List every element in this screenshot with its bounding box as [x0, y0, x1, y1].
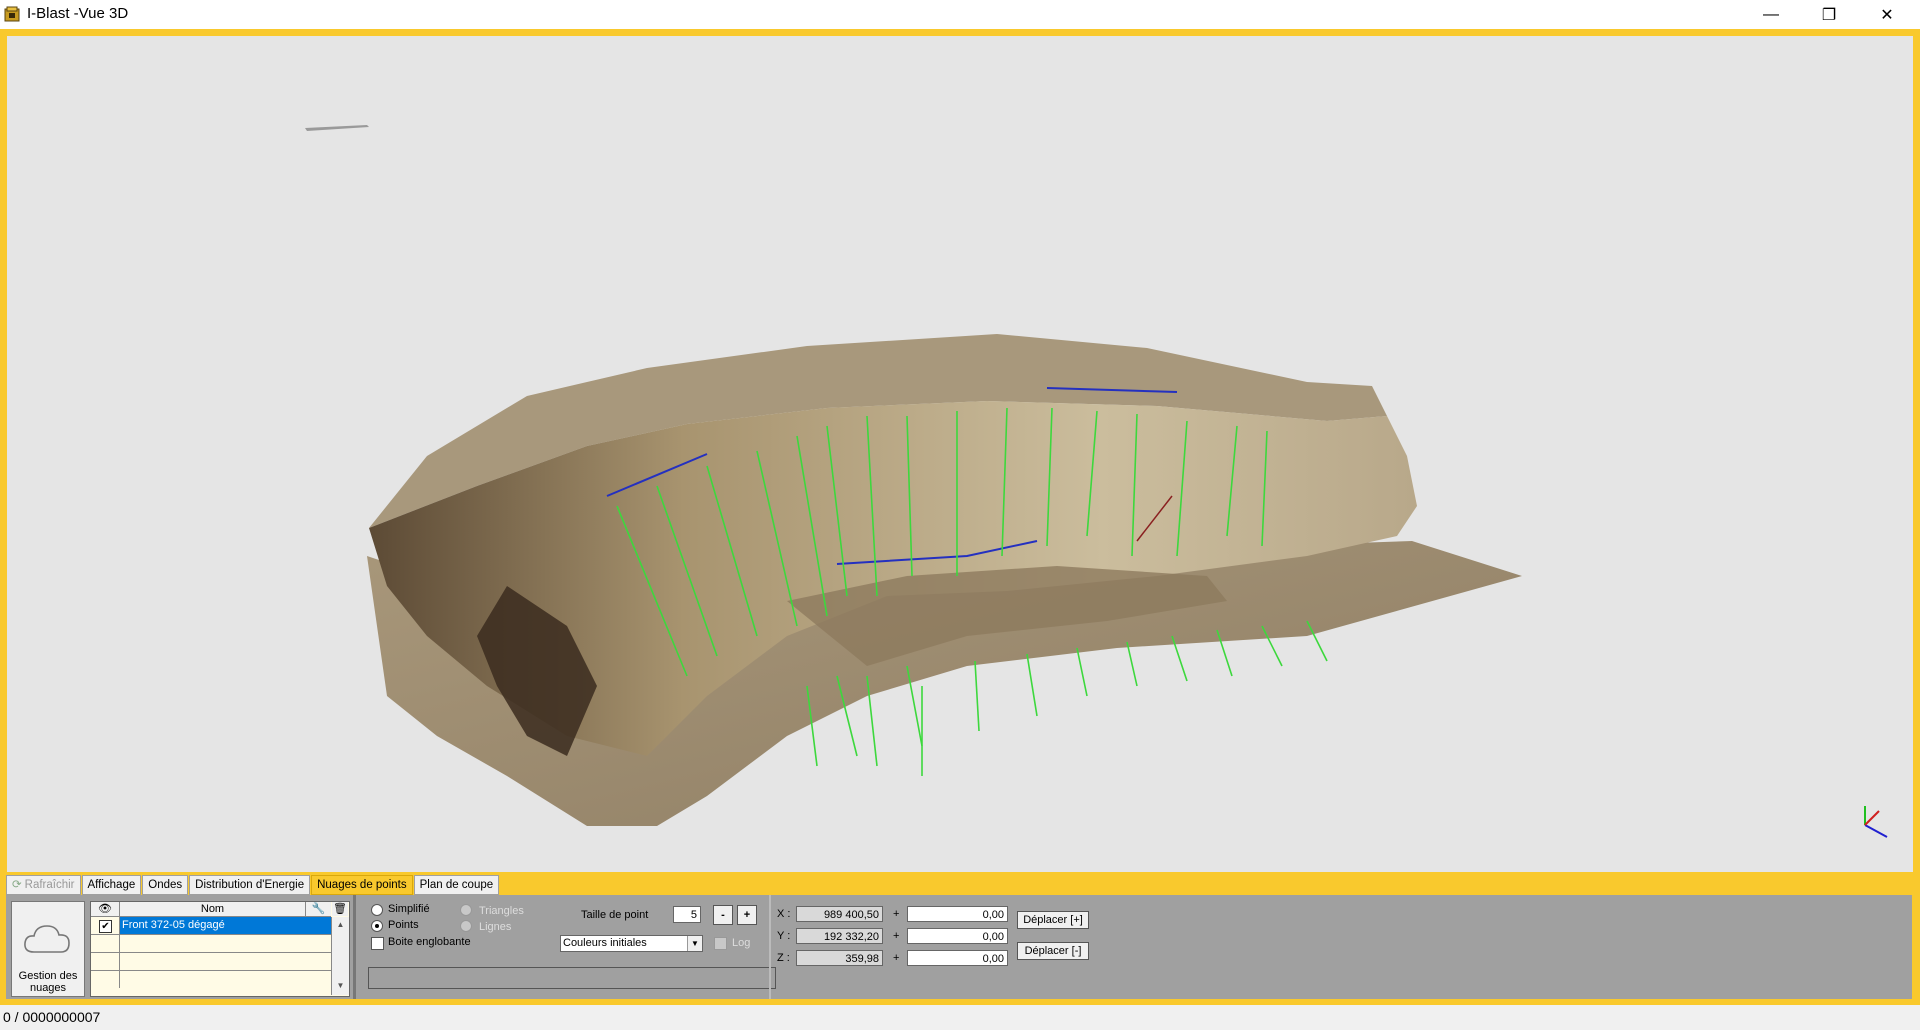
panel-divider — [353, 895, 356, 999]
triangles-label: Triangles — [479, 905, 524, 917]
stray-fragment — [305, 125, 369, 131]
wrench-icon[interactable]: 🔧 — [306, 902, 331, 916]
triangles-radio[interactable] — [460, 904, 472, 916]
move-minus-button[interactable]: Déplacer [-] — [1017, 942, 1089, 960]
close-button[interactable]: ✕ — [1858, 0, 1916, 29]
y-label: Y : — [777, 930, 791, 942]
column-name: Nom — [120, 902, 306, 916]
tab-ondes[interactable]: Ondes — [142, 875, 189, 895]
lines-label: Lignes — [479, 921, 512, 933]
table-row — [91, 935, 331, 953]
point-size-minus-button[interactable]: - — [713, 905, 733, 925]
points-radio[interactable] — [371, 920, 383, 932]
log-checkbox[interactable] — [714, 937, 727, 950]
progress-bar — [368, 967, 776, 989]
z-offset-input[interactable]: 0,00 — [907, 950, 1008, 966]
visibility-checkbox[interactable]: ✔ — [99, 920, 112, 933]
tab-nuages-de-points[interactable]: Nuages de points — [311, 875, 413, 895]
window-title: I-Blast -Vue 3D — [27, 5, 129, 22]
refresh-button[interactable]: ⟳ Rafraîchir — [6, 875, 81, 895]
cloud-list-header: 👁 Nom 🔧 — [91, 902, 331, 917]
minimize-button[interactable]: — — [1742, 0, 1800, 29]
scroll-up-icon[interactable]: ▲ — [332, 920, 349, 929]
3d-viewport[interactable] — [7, 36, 1913, 872]
x-label: X : — [777, 908, 791, 920]
bounding-box-checkbox[interactable] — [371, 937, 384, 950]
main-frame: ⟳ Rafraîchir Affichage Ondes Distributio… — [0, 29, 1920, 1005]
cloud-icon — [24, 925, 70, 953]
list-scrollbar[interactable]: ▲ ▼ — [331, 917, 349, 995]
trash-icon[interactable]: 🗑 — [332, 902, 348, 916]
simplified-label: Simplifié — [388, 903, 430, 915]
color-mode-select[interactable]: Couleurs initiales ▼ — [560, 935, 703, 952]
simplified-radio[interactable] — [371, 904, 383, 916]
color-mode-value: Couleurs initiales — [563, 937, 647, 949]
z-label: Z : — [777, 952, 790, 964]
eye-icon: 👁 — [91, 902, 120, 916]
cloud-manager-label: Gestion des nuages — [18, 970, 78, 994]
panel-divider-2 — [769, 895, 771, 999]
cloud-manager-button[interactable]: Gestion des nuages — [11, 901, 85, 997]
move-plus-button[interactable]: Déplacer [+] — [1017, 911, 1089, 929]
status-bar: 0 / 0000000007 — [0, 1005, 1920, 1030]
z-coordinate: 359,98 — [796, 950, 883, 966]
point-size-label: Taille de point — [581, 909, 649, 921]
tab-distribution-energie[interactable]: Distribution d'Energie — [189, 875, 311, 895]
y-plus-sign: + — [893, 930, 900, 942]
scroll-down-icon[interactable]: ▼ — [332, 981, 349, 990]
table-row — [91, 953, 331, 971]
status-text: 0 / 0000000007 — [3, 1009, 101, 1025]
app-icon — [4, 6, 20, 22]
log-label: Log — [732, 937, 751, 949]
point-size-input[interactable]: 5 — [673, 906, 701, 923]
cloud-list: 👁 Nom 🔧 🗑 ✔ Front 372-05 dégagé ▲ ▼ — [90, 901, 350, 997]
point-cloud-scene — [305, 125, 1888, 838]
x-plus-sign: + — [893, 908, 900, 920]
table-row — [91, 971, 331, 988]
bounding-box-label: Boite englobante — [388, 936, 471, 948]
table-row[interactable]: ✔ Front 372-05 dégagé — [91, 917, 331, 935]
refresh-label: Rafraîchir — [24, 879, 75, 891]
cloud-name: Front 372-05 dégagé — [120, 917, 331, 934]
point-cloud-panel: Gestion des nuages 👁 Nom 🔧 🗑 ✔ Front 372… — [6, 895, 1912, 999]
chevron-down-icon: ▼ — [687, 936, 702, 951]
lines-radio[interactable] — [460, 920, 472, 932]
axis-gizmo — [1864, 806, 1888, 838]
x-coordinate: 989 400,50 — [796, 906, 883, 922]
tab-affichage[interactable]: Affichage — [81, 875, 142, 895]
tab-strip: ⟳ Rafraîchir Affichage Ondes Distributio… — [6, 875, 500, 895]
restore-button[interactable]: ❐ — [1800, 0, 1858, 29]
y-offset-input[interactable]: 0,00 — [907, 928, 1008, 944]
tab-plan-de-coupe[interactable]: Plan de coupe — [413, 875, 500, 895]
title-bar: I-Blast -Vue 3D — ❐ ✕ — [0, 0, 1920, 29]
point-size-plus-button[interactable]: + — [737, 905, 757, 925]
z-plus-sign: + — [893, 952, 900, 964]
points-label: Points — [388, 919, 419, 931]
refresh-icon: ⟳ — [12, 879, 22, 891]
y-coordinate: 192 332,20 — [796, 928, 883, 944]
x-offset-input[interactable]: 0,00 — [907, 906, 1008, 922]
